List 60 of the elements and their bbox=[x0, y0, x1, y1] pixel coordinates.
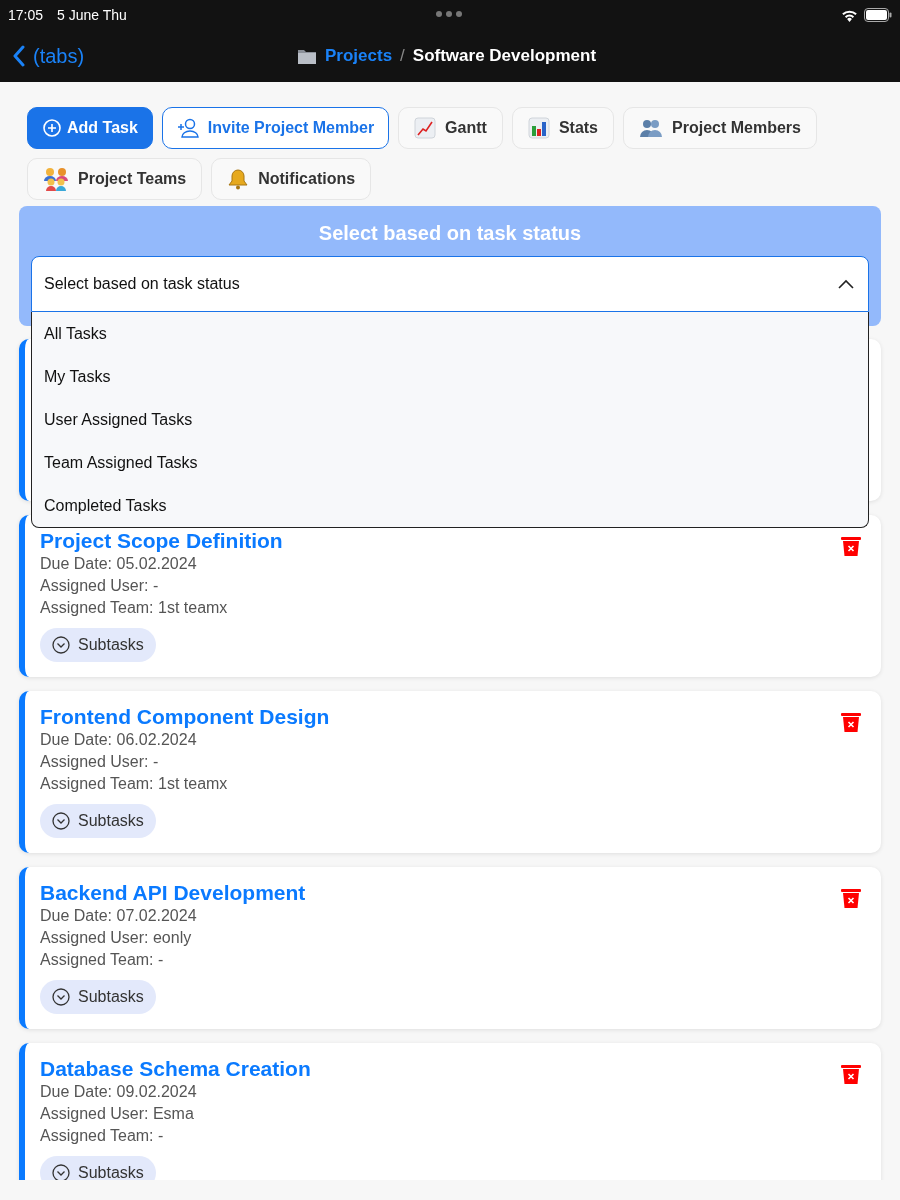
task-detail: Assigned Team: - bbox=[40, 950, 165, 970]
wifi-icon bbox=[841, 8, 858, 22]
people-icon bbox=[639, 118, 663, 138]
trash-icon[interactable] bbox=[841, 713, 861, 732]
subtasks-button[interactable]: Subtasks bbox=[40, 1156, 156, 1180]
subtasks-button[interactable]: Subtasks bbox=[40, 980, 156, 1014]
trash-icon[interactable] bbox=[841, 1065, 861, 1084]
task-title[interactable]: Project Scope Definition bbox=[40, 529, 283, 553]
dropdown-option[interactable]: Team Assigned Tasks bbox=[32, 441, 868, 484]
toolbar-button[interactable]: Stats bbox=[511, 107, 614, 149]
status-date: 5 June Thu bbox=[57, 7, 127, 23]
task-title[interactable]: Frontend Component Design bbox=[40, 705, 330, 729]
chevron-circle-icon bbox=[52, 988, 70, 1006]
dropdown-option[interactable]: User Assigned Tasks bbox=[32, 398, 868, 441]
subtasks-button[interactable]: Subtasks bbox=[40, 628, 156, 662]
battery-icon bbox=[864, 8, 892, 22]
task-detail: Assigned User: - bbox=[40, 752, 160, 772]
dropdown-option[interactable]: All Tasks bbox=[32, 312, 868, 355]
toolbar-button[interactable]: Project Members bbox=[623, 107, 817, 149]
task-title[interactable]: Database Schema Creation bbox=[40, 1057, 311, 1081]
chevron-circle-icon bbox=[52, 812, 70, 830]
task-detail: Due Date: 09.02.2024 bbox=[40, 1082, 198, 1102]
trash-icon[interactable] bbox=[841, 889, 861, 908]
panel-title: Select based on task status bbox=[317, 221, 583, 246]
plus-circle-icon bbox=[43, 119, 61, 137]
status-time: 17:05 bbox=[8, 7, 44, 23]
task-detail: Due Date: 07.02.2024 bbox=[40, 906, 198, 926]
line-chart-icon bbox=[414, 117, 437, 139]
folder-icon bbox=[297, 47, 317, 65]
family-icon bbox=[43, 167, 69, 191]
toolbar-button[interactable]: Add Task bbox=[27, 107, 153, 149]
toolbar-button[interactable]: Notifications bbox=[211, 158, 372, 200]
chevron-left-icon bbox=[13, 45, 25, 67]
trash-icon[interactable] bbox=[841, 537, 861, 556]
bell-icon bbox=[227, 168, 250, 190]
bar-chart-icon bbox=[527, 117, 550, 139]
task-detail: Assigned User: Esma bbox=[40, 1104, 195, 1124]
more-dots-icon[interactable] bbox=[436, 11, 462, 17]
task-detail: Assigned User: eonly bbox=[40, 928, 193, 948]
status-select[interactable]: Select based on task status bbox=[31, 256, 869, 312]
dropdown-option[interactable]: Completed Tasks bbox=[32, 484, 868, 527]
task-detail: Assigned Team: 1st teamx bbox=[40, 774, 229, 794]
breadcrumb-separator: / bbox=[400, 46, 405, 66]
subtasks-button[interactable]: Subtasks bbox=[40, 804, 156, 838]
toolbar-button[interactable]: Invite Project Member bbox=[161, 107, 390, 149]
add-person-icon bbox=[176, 118, 199, 138]
dropdown-option[interactable]: My Tasks bbox=[32, 355, 868, 398]
task-detail: Assigned Team: - bbox=[40, 1126, 165, 1146]
breadcrumb-link[interactable]: Projects bbox=[325, 46, 393, 66]
task-detail: Due Date: 05.02.2024 bbox=[40, 554, 198, 574]
toolbar-button[interactable]: Project Teams bbox=[27, 158, 203, 200]
task-detail: Assigned Team: 1st teamx bbox=[40, 598, 229, 618]
toolbar-button[interactable]: Gantt bbox=[398, 107, 503, 149]
page-title: Software Development bbox=[412, 46, 597, 66]
task-detail: Due Date: 06.02.2024 bbox=[40, 730, 198, 750]
chevron-circle-icon bbox=[52, 636, 70, 654]
back-button[interactable]: (tabs) bbox=[13, 44, 85, 68]
chevron-icon bbox=[838, 279, 854, 289]
task-title[interactable]: Backend API Development bbox=[40, 881, 306, 905]
task-detail: Assigned User: - bbox=[40, 576, 160, 596]
